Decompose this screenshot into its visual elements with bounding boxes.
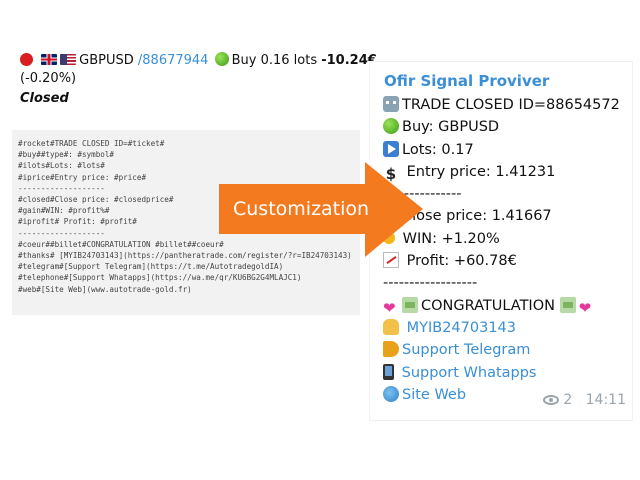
heart-icon: ❤ [578, 298, 592, 317]
trade-header: GBPUSD /88677944 Buy 0.16 lots -10.24€ (… [20, 52, 377, 106]
red-circle-icon [20, 53, 33, 66]
trade-pnl-pct: (-0.20%) [20, 71, 77, 86]
message-text: CONGRATULATION [421, 297, 555, 314]
message-line: Support Telegram [383, 339, 620, 361]
money-icon [559, 296, 576, 313]
customization-arrow: Customization [219, 162, 423, 257]
green-apple-icon [383, 118, 399, 135]
template-line: #buy##type#: #symbol# [18, 150, 115, 160]
support-whatapps-link[interactable]: Support Whatapps [397, 365, 537, 381]
view-count: 2 [563, 392, 573, 408]
template-line: #web#[Site Web](www.autotrade-gold.fr) [18, 284, 192, 294]
message-text: Entry price: 1.41231 [402, 163, 556, 180]
heart-icon: ❤ [383, 298, 396, 317]
play-button-icon [383, 140, 399, 157]
channel-name[interactable]: Ofir Signal Proviver [384, 72, 549, 90]
arrow-label: Customization [233, 198, 370, 220]
message-text: Close price: 1.41667 [402, 208, 552, 225]
trade-action: Buy 0.16 lots [231, 53, 318, 68]
site-web-link[interactable]: Site Web [402, 387, 466, 403]
pray-icon [383, 318, 399, 335]
message-text: TRADE CLOSED ID=88654572 [402, 97, 620, 113]
message-footer: 2 14:11 [542, 392, 626, 408]
message-line: Buy: GBPUSD [383, 116, 620, 138]
template-line: #telephone#[Support Whatapps](https://wa… [18, 273, 302, 283]
money-icon [402, 296, 418, 313]
message-line: ❤ CONGRATULATION ❤ [383, 295, 620, 317]
megaphone-icon [383, 341, 399, 358]
message-separator: ------------------ [383, 272, 620, 294]
trade-pair: GBPUSD [79, 53, 134, 68]
green-apple-icon [214, 52, 229, 66]
uk-flag-icon [41, 54, 58, 65]
template-line: #rocket#TRADE CLOSED ID=#ticket# [18, 139, 165, 148]
globe-icon [383, 385, 399, 402]
message-text: Buy: GBPUSD [402, 119, 500, 136]
message-line: MYIB24703143 [383, 317, 620, 339]
robot-icon [383, 96, 399, 112]
trade-status: Closed [20, 91, 69, 106]
message-line: Lots: 0.17 [383, 139, 620, 161]
ib-link[interactable]: MYIB24703143 [402, 320, 516, 336]
trade-summary-line: GBPUSD /88677944 Buy 0.16 lots -10.24€ [20, 52, 377, 70]
template-line: #telegram#[Support Telegram](https://t.m… [18, 262, 284, 272]
message-line: TRADE CLOSED ID=88654572 [383, 94, 620, 116]
us-flag-icon [60, 54, 77, 65]
trade-pnl: -10.24€ [321, 53, 377, 68]
support-telegram-link[interactable]: Support Telegram [402, 342, 530, 358]
message-text: Lots: 0.17 [402, 141, 474, 158]
message-line: Support Whatapps [383, 362, 620, 384]
eye-icon [542, 395, 559, 405]
message-text: ------------------ [383, 275, 478, 292]
message-time: 14:11 [585, 392, 626, 408]
order-link[interactable]: /88677944 [138, 53, 209, 68]
phone-icon [383, 363, 394, 380]
